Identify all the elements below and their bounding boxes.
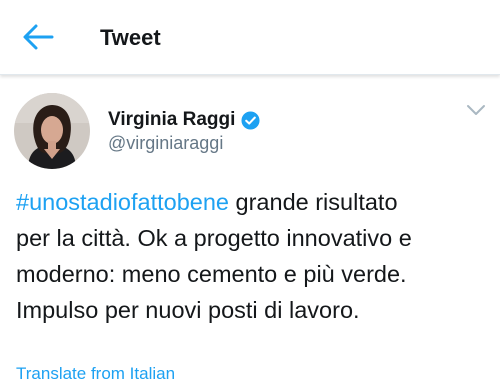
tweet-line-2: per la città. Ok a progetto innovativo e (16, 225, 412, 251)
verified-badge-icon (241, 110, 260, 130)
avatar[interactable] (14, 93, 90, 169)
top-bar: Tweet (0, 0, 500, 75)
hashtag-link[interactable]: #unostadiofattobene (16, 189, 229, 215)
arrow-left-icon (23, 24, 54, 50)
translate-link[interactable]: Translate from Italian (16, 364, 175, 384)
tweet-text-segment: grande risultato (229, 189, 398, 215)
author-name-row: Virginia Raggi (108, 108, 260, 132)
tweet-line-1: #unostadiofattobene grande risultato (16, 184, 486, 220)
tweet-line-4: Impulso per nuovi posti di lavoro. (16, 297, 360, 323)
author-handle[interactable]: @virginiaraggi (108, 133, 223, 154)
tweet-text: #unostadiofattobene grande risultato per… (16, 184, 486, 328)
tweet-line-3: moderno: meno cemento e più verde. (16, 261, 407, 287)
profile-photo (14, 93, 90, 169)
author-name[interactable]: Virginia Raggi (108, 109, 235, 131)
back-button[interactable] (18, 20, 58, 54)
chevron-down-icon[interactable] (465, 103, 487, 117)
page-title: Tweet (100, 25, 161, 50)
